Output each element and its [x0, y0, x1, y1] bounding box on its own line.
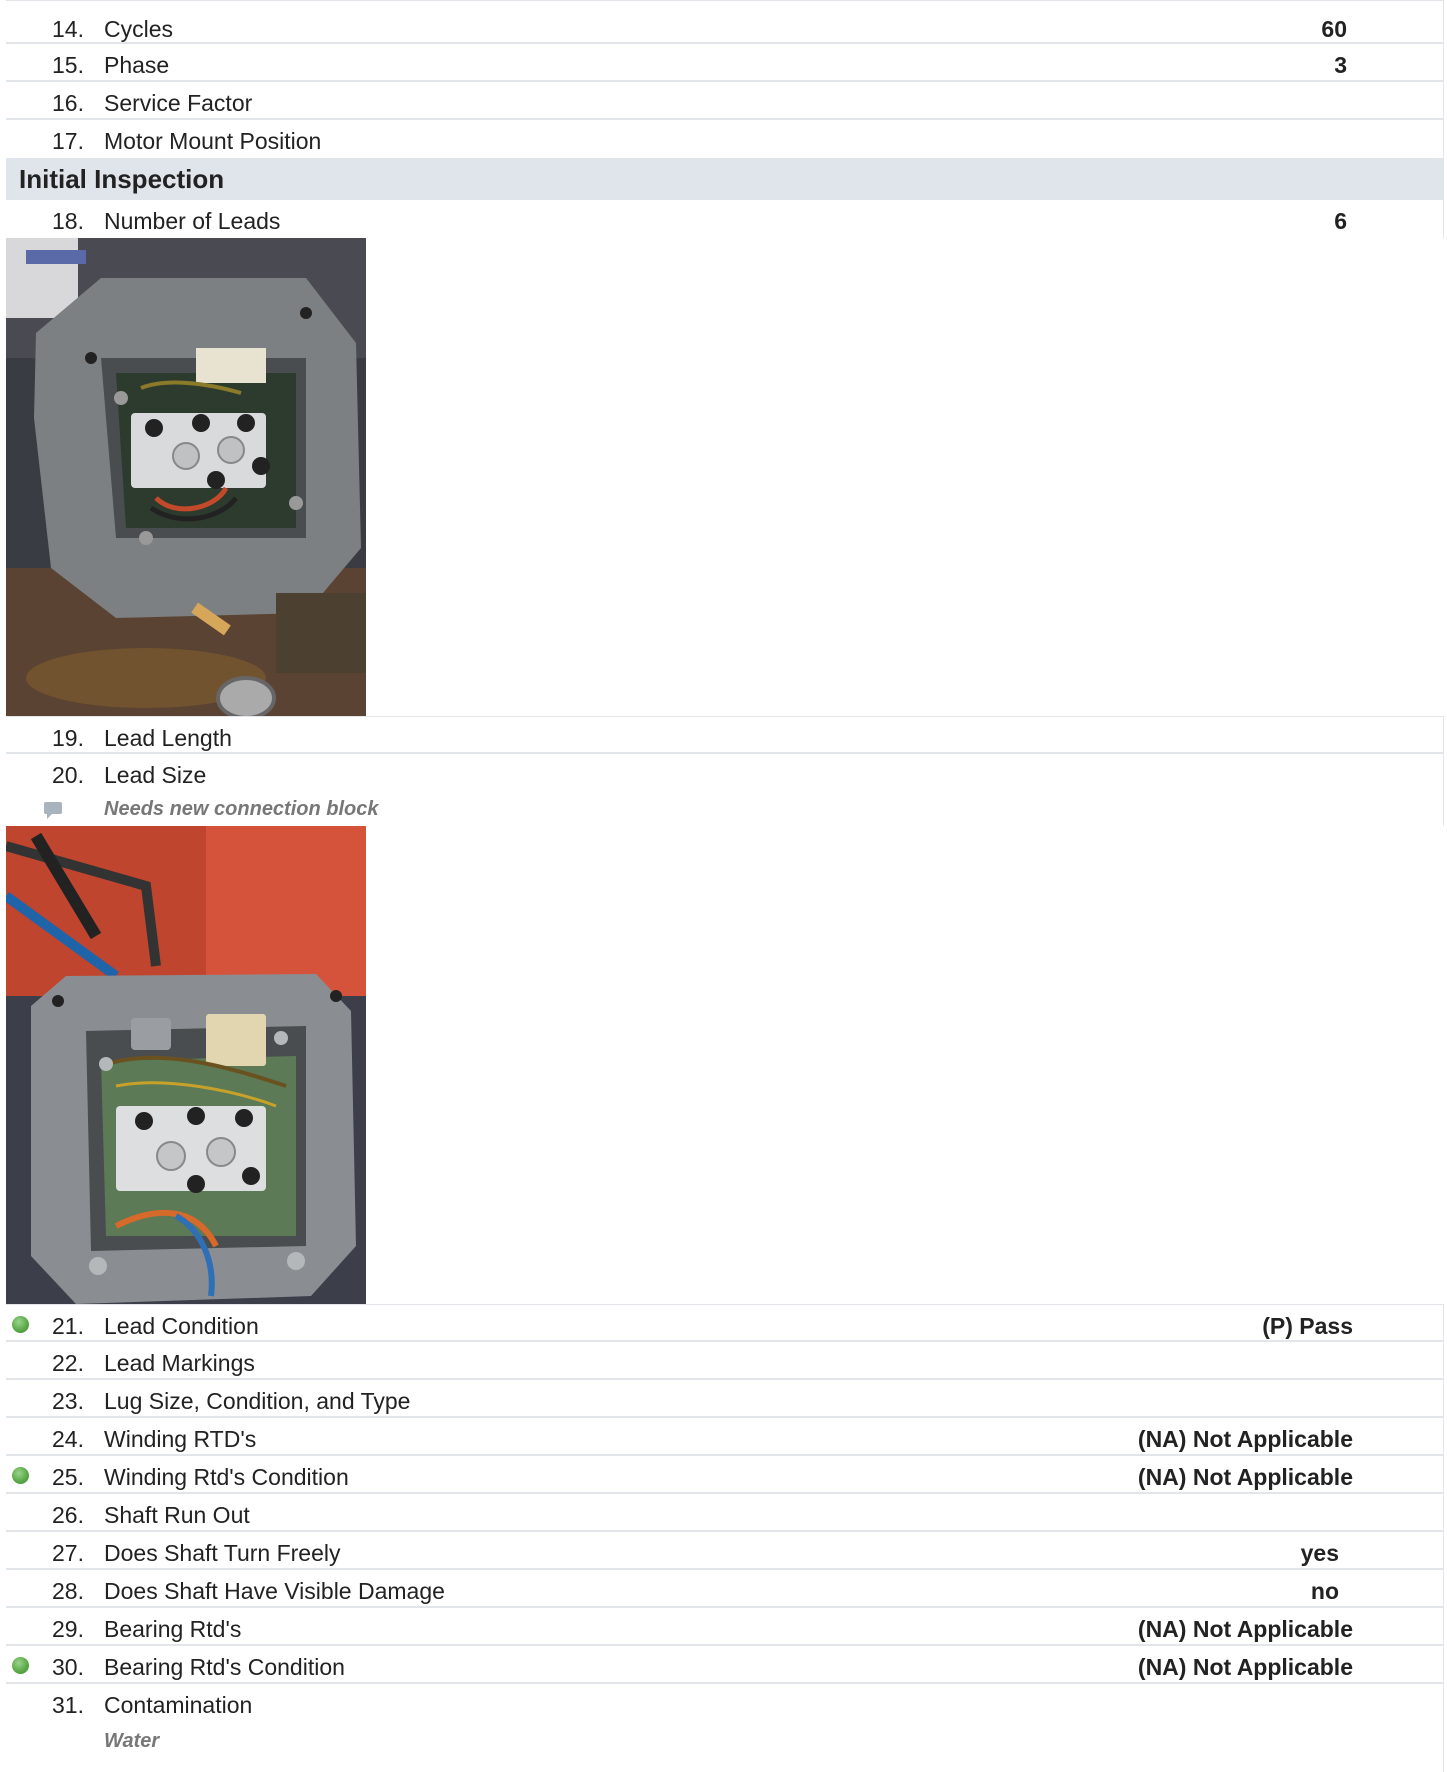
item-value: (P) Pass [1262, 1313, 1353, 1339]
item-value: 3 [1334, 52, 1347, 78]
item-number: 18. [52, 208, 84, 234]
item-number: 16. [52, 90, 84, 116]
row-lead-size: 20. Lead Size [6, 754, 1444, 792]
item-label: Winding RTD's [104, 1426, 257, 1452]
item-label: Lead Length [104, 725, 232, 751]
row-cycles: 14. Cycles 60 [6, 0, 1444, 44]
item-value: (NA) Not Applicable [1137, 1654, 1353, 1680]
row-shaft-run-out: 26. Shaft Run Out [6, 1494, 1444, 1532]
terminal-box-photo-2 [6, 826, 366, 1304]
row-phase: 15. Phase 3 [6, 44, 1444, 82]
item-value: (NA) Not Applicable [1137, 1426, 1353, 1452]
item-number: 24. [52, 1426, 84, 1452]
item-label: Lug Size, Condition, and Type [104, 1388, 411, 1414]
item-number: 14. [52, 16, 84, 42]
item-label: Bearing Rtd's [104, 1616, 242, 1642]
item-number: 31. [52, 1692, 84, 1718]
row-winding-rtd-condition: 25. Winding Rtd's Condition (NA) Not App… [6, 1456, 1444, 1494]
item-number: 23. [52, 1388, 84, 1414]
row-service-factor: 16. Service Factor [6, 82, 1444, 120]
comment-text: Needs new connection block [104, 798, 379, 820]
item-number: 28. [52, 1578, 84, 1604]
item-number: 30. [52, 1654, 84, 1680]
photo-terminal-box-1[interactable] [6, 238, 366, 716]
item-number: 17. [52, 128, 84, 154]
item-label: Lead Condition [104, 1313, 259, 1339]
row-shaft-visible-damage: 28. Does Shaft Have Visible Damage no [6, 1570, 1444, 1608]
comment-row-lead-size: Needs new connection block [6, 792, 1444, 826]
item-label: Does Shaft Have Visible Damage [104, 1578, 445, 1604]
item-number: 27. [52, 1540, 84, 1566]
inspection-sheet: 14. Cycles 60 15. Phase 3 16. Service Fa… [6, 0, 1444, 1772]
item-number: 21. [52, 1313, 84, 1339]
item-number: 29. [52, 1616, 84, 1642]
row-shaft-turn-freely: 27. Does Shaft Turn Freely yes [6, 1532, 1444, 1570]
item-label: Contamination [104, 1692, 253, 1718]
item-number: 22. [52, 1350, 84, 1376]
item-label: Number of Leads [104, 208, 281, 234]
row-lug-size: 23. Lug Size, Condition, and Type [6, 1380, 1444, 1418]
item-label: Motor Mount Position [104, 128, 322, 154]
item-note: Water [104, 1730, 160, 1752]
item-label: Does Shaft Turn Freely [104, 1540, 341, 1566]
item-value: no [1310, 1578, 1339, 1604]
row-lead-condition: 21. Lead Condition (P) Pass [6, 1304, 1444, 1342]
item-label: Lead Size [104, 762, 207, 788]
item-number: 26. [52, 1502, 84, 1528]
item-label: Lead Markings [104, 1350, 255, 1376]
section-title: Initial Inspection [19, 164, 225, 194]
item-number: 20. [52, 762, 84, 788]
row-contamination: 31. Contamination Water [6, 1684, 1444, 1772]
item-value: 6 [1334, 208, 1347, 234]
item-label: Cycles [104, 16, 174, 42]
row-motor-mount-position: 17. Motor Mount Position [6, 120, 1444, 158]
comment-icon [44, 802, 62, 819]
item-number: 19. [52, 725, 84, 751]
row-lead-markings: 22. Lead Markings [6, 1342, 1444, 1380]
item-value: yes [1300, 1540, 1339, 1566]
item-value: (NA) Not Applicable [1137, 1464, 1353, 1490]
item-label: Shaft Run Out [104, 1502, 250, 1528]
terminal-box-photo-1 [6, 238, 366, 716]
section-header-initial-inspection: Initial Inspection [6, 158, 1444, 200]
item-label: Phase [104, 52, 170, 78]
photo-terminal-box-2[interactable] [6, 826, 366, 1304]
row-lead-length: 19. Lead Length [6, 716, 1444, 754]
row-bearing-rtds: 29. Bearing Rtd's (NA) Not Applicable [6, 1608, 1444, 1646]
item-value: 60 [1321, 16, 1347, 42]
item-label: Winding Rtd's Condition [104, 1464, 349, 1490]
item-label: Service Factor [104, 90, 253, 116]
item-value: (NA) Not Applicable [1137, 1616, 1353, 1642]
row-winding-rtds: 24. Winding RTD's (NA) Not Applicable [6, 1418, 1444, 1456]
item-number: 25. [52, 1464, 84, 1490]
row-bearing-rtd-condition: 30. Bearing Rtd's Condition (NA) Not App… [6, 1646, 1444, 1684]
item-number: 15. [52, 52, 84, 78]
row-number-of-leads: 18. Number of Leads 6 [6, 200, 1444, 238]
item-label: Bearing Rtd's Condition [104, 1654, 345, 1680]
